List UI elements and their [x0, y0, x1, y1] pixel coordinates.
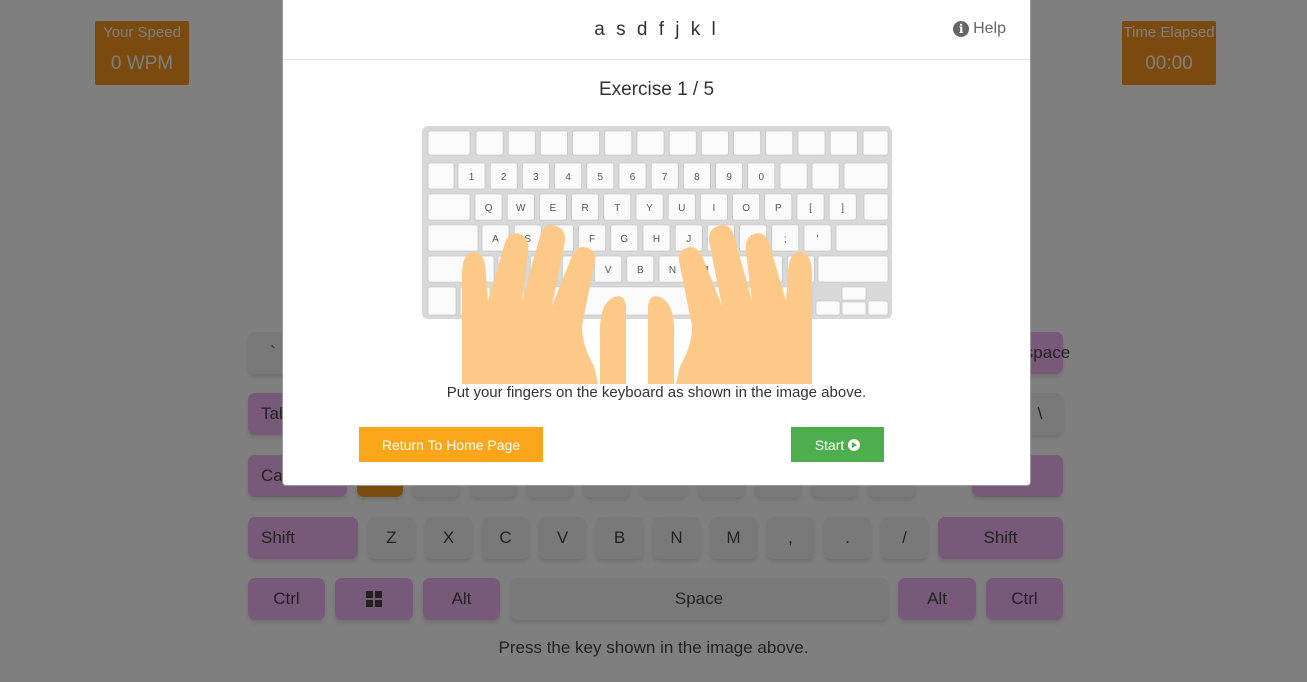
illus-key-fn	[668, 130, 697, 156]
illus-key-caps	[427, 224, 479, 252]
illus-key-letter-label: A	[492, 234, 499, 245]
instruction-modal: a s d f j k l i Help Exercise 1 / 5 1 2 3 4…	[282, 0, 1031, 486]
illus-key-letter-label: ;	[784, 234, 787, 245]
illus-key-number-label: 4	[565, 172, 571, 183]
illus-key-return	[835, 224, 889, 252]
keyboard-hands-illustration: 1234567890QWERTYUIOP[]ASDFGHJKL;'ZXCVBNM	[422, 126, 892, 384]
illus-key-letter-label: '	[817, 234, 819, 245]
illus-key-fn	[475, 130, 504, 156]
illus-key-letter-label: R	[581, 203, 588, 214]
illus-key-fn	[604, 130, 633, 156]
illus-key-shift-right	[817, 255, 889, 283]
illus-key-delete	[843, 162, 889, 190]
illus-key-letter-label: U	[678, 203, 685, 214]
illus-key-right	[867, 300, 889, 316]
illus-key-number-label: 5	[598, 172, 604, 183]
illus-key-up	[841, 286, 867, 301]
start-button[interactable]: Start	[791, 427, 884, 462]
illus-key-letter-label: P	[775, 203, 782, 214]
illus-key-left	[815, 300, 841, 316]
illus-key-number-label: 9	[726, 172, 732, 183]
illus-key-number-label: 2	[501, 172, 507, 183]
illus-key-fn	[572, 130, 600, 156]
illus-key-letter-label: I	[713, 203, 716, 214]
illus-key-letter-label: T	[614, 203, 620, 214]
illus-key-letter-label: Q	[485, 203, 493, 214]
illus-key-letter-label: W	[516, 203, 526, 214]
illus-key-equal	[811, 162, 840, 190]
illus-key-tilde	[427, 162, 455, 190]
illus-key-letter-label: V	[605, 265, 612, 276]
illus-key-number-label: 1	[469, 172, 475, 183]
illus-key-letter-label: B	[637, 265, 644, 276]
illus-key-letter-label: J	[686, 234, 691, 245]
illus-key-letter-label: N	[669, 265, 676, 276]
illus-key-number-label: 0	[759, 172, 765, 183]
illus-key-number-label: 8	[694, 172, 700, 183]
illus-key-letter-label: [	[809, 203, 812, 214]
info-icon: i	[953, 21, 970, 37]
illus-key-fn	[507, 130, 536, 156]
illus-key-fn	[636, 130, 665, 156]
illus-key-backslash	[863, 193, 889, 221]
illus-key-fn	[733, 130, 761, 156]
instruction-text: Put your fingers on the keyboard as show…	[446, 384, 867, 401]
illus-key-letter-label: E	[550, 203, 557, 214]
illus-key-fn	[797, 130, 826, 156]
illus-key-fn	[829, 130, 858, 156]
illus-key-fn	[765, 130, 794, 156]
return-home-label: Return To Home Page	[381, 436, 521, 453]
modal-header: a s d f j k l i Help	[283, 0, 1030, 60]
illus-key-minus	[779, 162, 808, 190]
illus-key-letter-label: F	[589, 234, 595, 245]
right-thumb	[648, 296, 675, 384]
illus-key-fn	[701, 130, 729, 156]
help-link[interactable]: i Help	[953, 20, 1006, 38]
illus-key-letter-label: Y	[646, 203, 653, 214]
illus-key-eject	[862, 130, 889, 156]
illus-key-fn	[427, 286, 457, 316]
illus-key-letter-label: H	[653, 234, 660, 245]
modal-title: a s d f j k l	[594, 19, 719, 40]
illus-key-letter-label: O	[742, 203, 750, 214]
start-label: Start	[814, 436, 845, 453]
exercise-counter: Exercise 1 / 5	[598, 79, 715, 100]
illus-key-down	[841, 301, 867, 316]
illus-key-number-label: 3	[533, 172, 539, 183]
illus-key-letter-label: ]	[841, 203, 844, 214]
left-thumb	[599, 296, 626, 384]
illus-key-letter-label: G	[620, 234, 628, 245]
illus-key-fn	[540, 130, 568, 156]
illus-key-esc	[427, 130, 471, 156]
return-home-button[interactable]: Return To Home Page	[359, 427, 543, 462]
illus-key-number-label: 6	[630, 172, 636, 183]
illus-key-tab	[427, 193, 471, 221]
play-circle-icon	[848, 438, 861, 451]
help-label: Help	[973, 20, 1006, 37]
illus-key-number-label: 7	[662, 172, 668, 183]
